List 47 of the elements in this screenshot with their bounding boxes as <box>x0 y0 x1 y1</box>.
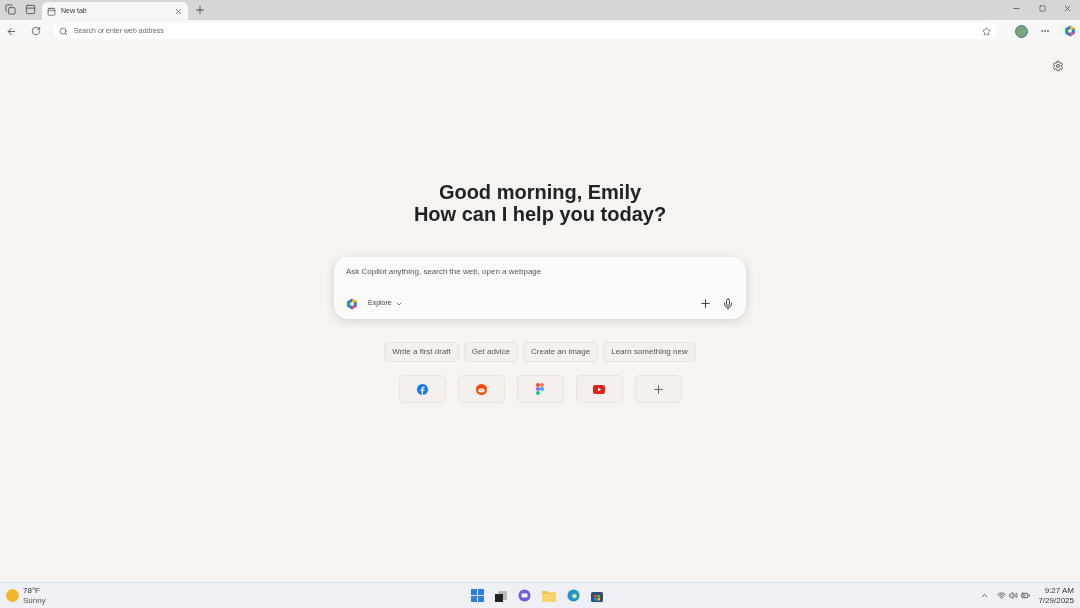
page-icon <box>47 6 56 16</box>
suggestion-chip[interactable]: Learn something new <box>603 342 696 362</box>
close-icon[interactable] <box>174 6 183 16</box>
workspaces-icon[interactable] <box>5 4 16 15</box>
clock-time: 9:27 AM <box>1044 585 1074 596</box>
shortcut-tile[interactable] <box>634 375 682 403</box>
shortcut-tile[interactable] <box>575 375 623 403</box>
new-tab-icon[interactable] <box>194 4 206 16</box>
copilot-icon[interactable] <box>1064 25 1076 37</box>
close-window-icon[interactable] <box>1063 4 1072 13</box>
profile-avatar[interactable] <box>1015 24 1029 38</box>
store-icon[interactable] <box>591 589 604 602</box>
search-icon <box>58 26 68 36</box>
battery-icon[interactable] <box>1021 591 1031 600</box>
chat-icon[interactable] <box>518 589 532 602</box>
shortcut-tile[interactable] <box>457 375 505 403</box>
refresh-icon[interactable] <box>30 26 41 36</box>
facebook-icon <box>416 383 428 395</box>
task-view-icon[interactable] <box>495 589 508 602</box>
greeting-subheading: How can I help you today? <box>413 203 667 225</box>
greeting-heading: Good morning, Emily <box>438 181 642 203</box>
copilot-input[interactable]: Ask Copilot anything, search the web, open a webpage <box>346 266 734 278</box>
shortcut-tile[interactable] <box>516 375 564 403</box>
microphone-icon[interactable] <box>722 297 734 310</box>
wifi-icon[interactable] <box>997 591 1007 600</box>
figma-icon <box>536 383 544 395</box>
restore-icon[interactable] <box>1039 5 1046 12</box>
shortcut-tile[interactable] <box>398 375 446 403</box>
reddit-icon <box>475 383 487 395</box>
plus-icon <box>651 382 665 396</box>
back-icon[interactable] <box>6 25 17 37</box>
temperature-text: 78°F <box>23 585 41 596</box>
suggestion-chip[interactable]: Write a first draft <box>384 342 459 362</box>
windows-start-icon[interactable] <box>471 589 485 602</box>
chevron-up-icon[interactable] <box>980 591 990 600</box>
favorites-icon[interactable] <box>982 26 992 36</box>
copilot-logo-icon[interactable] <box>346 297 358 310</box>
suggestion-chip[interactable]: Create an image <box>523 342 599 362</box>
settings-icon[interactable] <box>1052 60 1064 72</box>
weather-condition: Sunny <box>23 595 46 606</box>
tab-actions-icon[interactable] <box>25 4 36 15</box>
volume-icon[interactable] <box>1009 591 1019 600</box>
youtube-icon <box>593 384 605 394</box>
suggestion-chip[interactable]: Get advice <box>463 342 519 362</box>
edge-icon[interactable] <box>567 589 581 602</box>
clock-date: 7/29/2025 <box>1038 595 1074 606</box>
attach-icon[interactable] <box>699 297 712 310</box>
